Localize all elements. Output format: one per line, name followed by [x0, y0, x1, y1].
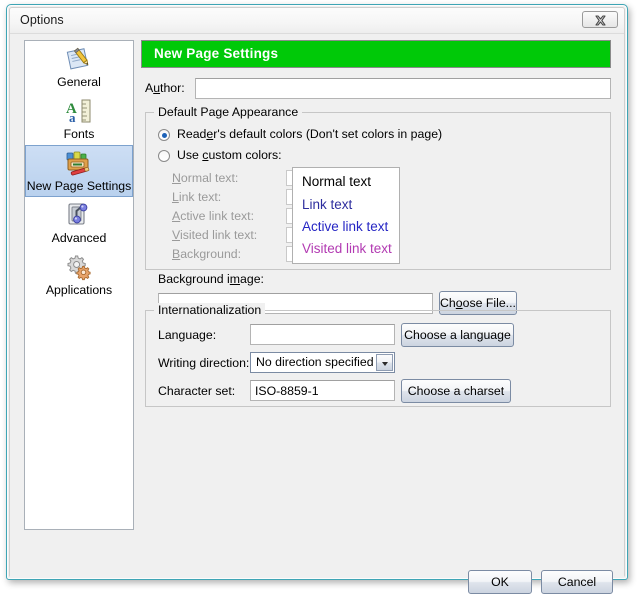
- sidebar-item-general[interactable]: General: [25, 41, 133, 93]
- radio-indicator: [158, 150, 170, 162]
- sidebar-item-label: Fonts: [25, 127, 133, 142]
- normal-text-color-label: Normal text:: [172, 171, 238, 185]
- sidebar-item-applications[interactable]: Applications: [25, 249, 133, 301]
- background-image-label: Background image:: [158, 272, 264, 286]
- choose-a-language-button[interactable]: Choose a language: [401, 323, 514, 347]
- dialog-content: General A a: [10, 34, 624, 577]
- window-inner-frame: Options: [9, 7, 625, 577]
- writing-direction-label: Writing direction:: [158, 356, 249, 370]
- notepad-pencil-icon: [25, 45, 133, 75]
- preview-visited-link-text: Visited link text: [302, 241, 392, 256]
- desktop-background: Options: [0, 0, 640, 597]
- preview-normal-text: Normal text: [302, 174, 371, 189]
- author-row: Author:: [141, 78, 611, 100]
- visited-link-text-color-label: Visited link text:: [172, 228, 257, 242]
- color-preview-box: Normal text Link text Active link text V…: [292, 167, 400, 264]
- writing-direction-combobox[interactable]: No direction specified: [250, 352, 395, 373]
- sidebar-item-label: General: [25, 75, 133, 90]
- preview-link-text: Link text: [302, 197, 352, 212]
- active-link-text-color-label: Active link text:: [172, 209, 254, 223]
- language-label: Language:: [158, 328, 216, 342]
- group-legend: Default Page Appearance: [154, 105, 302, 119]
- radio-use-custom-colors[interactable]: Use custom colors:: [158, 148, 598, 165]
- options-dialog-window: Options: [6, 4, 628, 580]
- settings-category-list[interactable]: General A a: [24, 40, 134, 530]
- cancel-button[interactable]: Cancel: [541, 570, 613, 594]
- sidebar-item-label: Advanced: [25, 231, 133, 246]
- character-set-label: Character set:: [158, 384, 235, 398]
- paint-box-icon: [26, 149, 132, 179]
- radio-label: Use custom colors:: [177, 148, 282, 162]
- chevron-down-icon[interactable]: [376, 354, 393, 371]
- preview-active-link-text: Active link text: [302, 219, 388, 234]
- choose-a-charset-button[interactable]: Choose a charset: [401, 379, 511, 403]
- link-text-color-label: Link text:: [172, 190, 221, 204]
- sidebar-item-fonts[interactable]: A a Fonts: [25, 93, 133, 145]
- title-bar: Options: [10, 8, 624, 34]
- author-label: Author:: [145, 81, 185, 95]
- character-set-input[interactable]: [250, 380, 395, 401]
- page-title-banner: New Page Settings: [141, 40, 611, 68]
- sidebar-item-advanced[interactable]: Advanced: [25, 197, 133, 249]
- close-button[interactable]: [582, 11, 618, 28]
- toggle-switch-icon: [25, 201, 133, 231]
- radio-readers-default-colors[interactable]: Reader's default colors (Don't set color…: [158, 127, 598, 144]
- radio-label: Reader's default colors (Don't set color…: [177, 127, 442, 141]
- svg-text:a: a: [69, 110, 76, 125]
- sidebar-item-label: New Page Settings: [26, 179, 132, 194]
- author-input[interactable]: [195, 78, 611, 99]
- window-title: Options: [20, 13, 64, 27]
- language-input[interactable]: [250, 324, 395, 345]
- radio-indicator: [158, 129, 170, 141]
- settings-pane: New Page Settings Author: Default Page A…: [141, 40, 611, 530]
- sidebar-item-new-page-settings[interactable]: New Page Settings: [25, 145, 133, 197]
- close-icon: [594, 15, 607, 26]
- font-ruler-icon: A a: [25, 97, 133, 127]
- sidebar-item-label: Applications: [25, 283, 133, 298]
- ok-button[interactable]: OK: [468, 570, 532, 594]
- group-legend: Internationalization: [154, 303, 265, 317]
- default-page-appearance-group: Default Page Appearance Reader's default…: [145, 112, 611, 270]
- internationalization-group: Internationalization Language: Choose a …: [145, 310, 611, 407]
- gears-icon: [25, 253, 133, 283]
- background-color-label: Background:: [172, 247, 241, 261]
- page-title: New Page Settings: [154, 46, 278, 61]
- writing-direction-value: No direction specified: [256, 355, 374, 369]
